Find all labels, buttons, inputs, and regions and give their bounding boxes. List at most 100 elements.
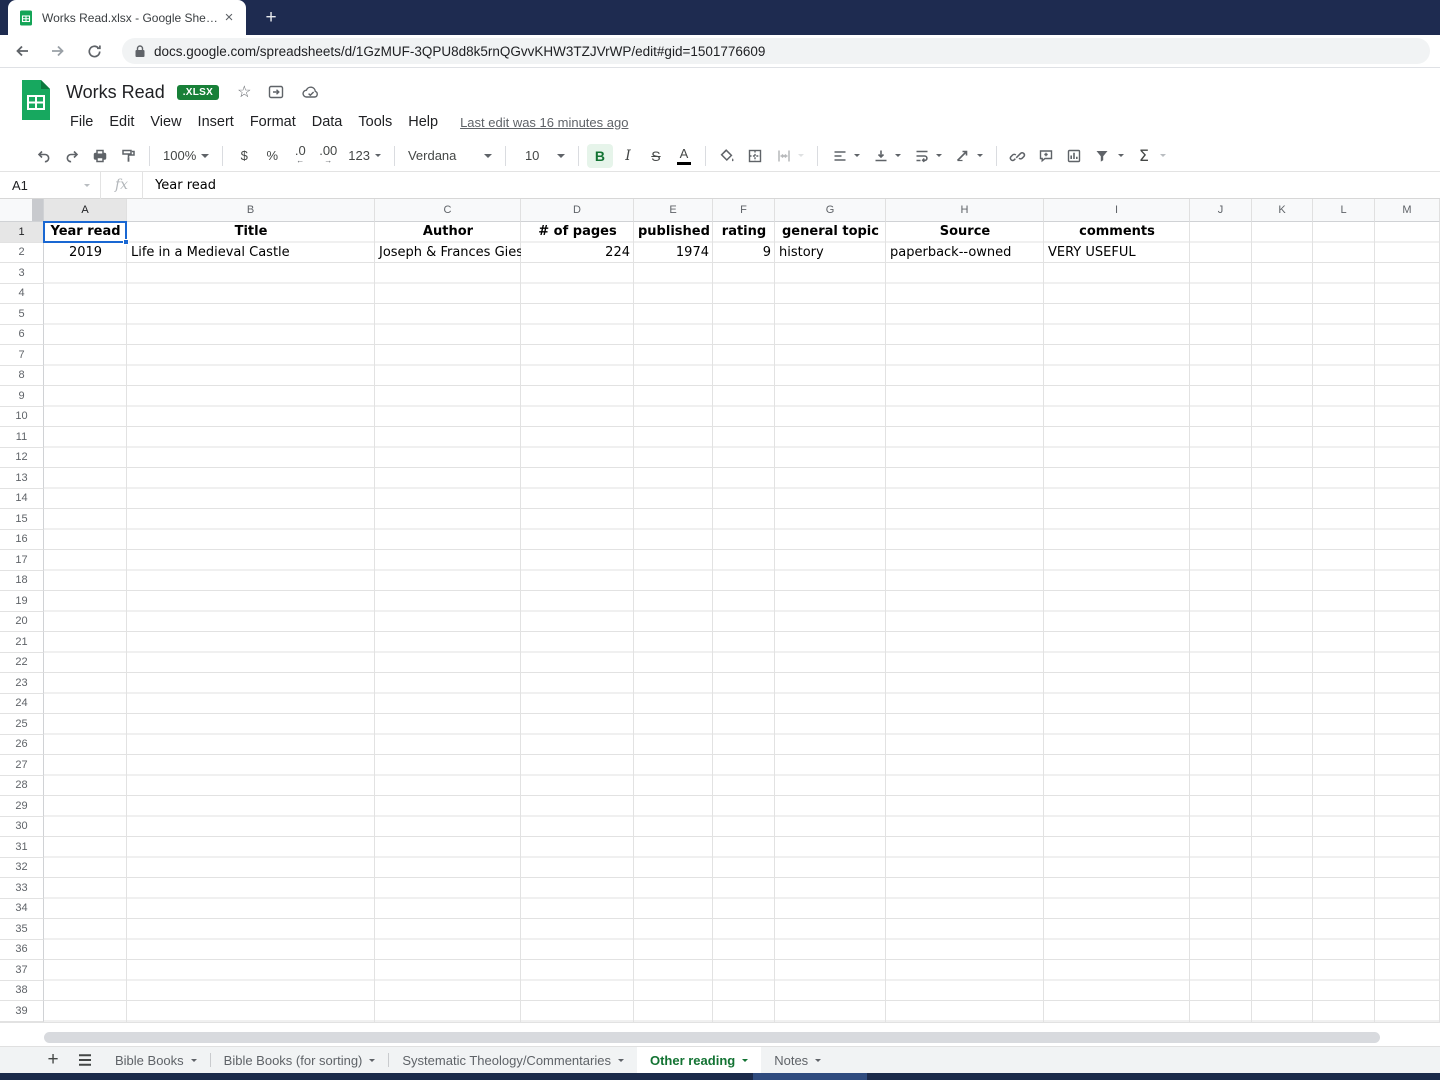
row-header-34[interactable]: 34	[0, 898, 44, 919]
cell-B2[interactable]: Life in a Medieval Castle	[127, 243, 375, 264]
fill-color-icon[interactable]	[714, 144, 740, 168]
row-header-11[interactable]: 11	[0, 427, 44, 448]
cell-F1[interactable]: rating	[713, 222, 775, 243]
last-edit-link[interactable]: Last edit was 16 minutes ago	[460, 115, 628, 130]
format-percent-button[interactable]: %	[259, 144, 285, 168]
format-currency-button[interactable]: $	[231, 144, 257, 168]
reload-icon[interactable]	[80, 37, 108, 65]
column-header-I[interactable]: I	[1044, 199, 1190, 222]
column-header-C[interactable]: C	[375, 199, 521, 222]
row-header-18[interactable]: 18	[0, 570, 44, 591]
paint-format-icon[interactable]	[115, 144, 141, 168]
row-header-35[interactable]: 35	[0, 919, 44, 940]
menu-edit[interactable]: Edit	[101, 112, 142, 132]
row-header-2[interactable]: 2	[0, 242, 44, 263]
cell-G1[interactable]: general topic	[775, 222, 886, 243]
horizontal-align-icon[interactable]	[825, 144, 866, 168]
tab-close-icon[interactable]: ×	[220, 9, 238, 27]
cell-E2[interactable]: 1974	[634, 243, 713, 264]
increase-decimal-button[interactable]: .00 →	[315, 144, 341, 168]
all-sheets-icon[interactable]	[68, 1047, 102, 1073]
star-icon[interactable]: ☆	[237, 82, 251, 102]
row-header-29[interactable]: 29	[0, 796, 44, 817]
row-header-24[interactable]: 24	[0, 693, 44, 714]
column-header-J[interactable]: J	[1190, 199, 1252, 222]
column-header-K[interactable]: K	[1252, 199, 1313, 222]
row-header-13[interactable]: 13	[0, 468, 44, 489]
row-header-25[interactable]: 25	[0, 714, 44, 735]
row-header-33[interactable]: 33	[0, 878, 44, 899]
browser-tab[interactable]: Works Read.xlsx - Google Sheets ×	[8, 0, 246, 35]
strikethrough-button[interactable]: S	[643, 144, 669, 168]
row-header-6[interactable]: 6	[0, 324, 44, 345]
row-header-9[interactable]: 9	[0, 386, 44, 407]
row-header-37[interactable]: 37	[0, 960, 44, 981]
cell-D1[interactable]: # of pages	[521, 222, 634, 243]
address-bar[interactable]: docs.google.com/spreadsheets/d/1GzMUF-3Q…	[122, 38, 1430, 64]
row-header-28[interactable]: 28	[0, 775, 44, 796]
column-header-H[interactable]: H	[886, 199, 1044, 222]
new-tab-button[interactable]: +	[258, 5, 284, 31]
select-all-corner[interactable]	[0, 199, 44, 222]
name-box[interactable]: A1	[0, 178, 100, 193]
row-header-38[interactable]: 38	[0, 980, 44, 1001]
document-title[interactable]: Works Read	[66, 82, 165, 103]
formula-input[interactable]: Year read	[143, 178, 216, 193]
cell-H1[interactable]: Source	[886, 222, 1044, 243]
column-header-A[interactable]: A	[44, 199, 127, 222]
column-header-D[interactable]: D	[521, 199, 634, 222]
column-header-G[interactable]: G	[775, 199, 886, 222]
row-header-12[interactable]: 12	[0, 447, 44, 468]
zoom-select[interactable]: 100%	[157, 144, 215, 168]
text-rotation-icon[interactable]	[948, 144, 989, 168]
filter-views-caret-icon[interactable]	[1117, 154, 1124, 157]
vertical-align-icon[interactable]	[866, 144, 907, 168]
cell-F2[interactable]: 9	[713, 243, 775, 264]
row-header-7[interactable]: 7	[0, 345, 44, 366]
row-header-39[interactable]: 39	[0, 1001, 44, 1022]
menu-format[interactable]: Format	[242, 112, 304, 132]
functions-icon[interactable]: Σ	[1131, 144, 1157, 168]
row-header-30[interactable]: 30	[0, 816, 44, 837]
sheet-tab-menu-icon[interactable]	[815, 1058, 822, 1062]
menu-tools[interactable]: Tools	[350, 112, 400, 132]
functions-caret-icon[interactable]	[1159, 154, 1166, 157]
text-wrap-icon[interactable]	[907, 144, 948, 168]
font-size-select[interactable]: 10	[513, 144, 571, 168]
row-header-21[interactable]: 21	[0, 632, 44, 653]
column-header-E[interactable]: E	[634, 199, 713, 222]
row-header-19[interactable]: 19	[0, 591, 44, 612]
row-header-22[interactable]: 22	[0, 652, 44, 673]
forward-icon[interactable]	[44, 37, 72, 65]
sheet-tab-bible-books-for-sorting-[interactable]: Bible Books (for sorting)	[211, 1047, 389, 1073]
row-header-16[interactable]: 16	[0, 529, 44, 550]
font-select[interactable]: Verdana	[402, 144, 498, 168]
bold-button[interactable]: B	[586, 143, 613, 168]
menu-help[interactable]: Help	[400, 112, 446, 132]
sheet-tab-bible-books[interactable]: Bible Books	[102, 1047, 210, 1073]
menu-data[interactable]: Data	[304, 112, 351, 132]
sheet-tab-menu-icon[interactable]	[369, 1058, 376, 1062]
menu-insert[interactable]: Insert	[190, 112, 242, 132]
row-header-27[interactable]: 27	[0, 755, 44, 776]
row-header-23[interactable]: 23	[0, 673, 44, 694]
cell-D2[interactable]: 224	[521, 243, 634, 264]
insert-link-icon[interactable]	[1005, 144, 1031, 168]
merge-cells-icon[interactable]	[769, 144, 810, 168]
menu-file[interactable]: File	[66, 112, 101, 132]
row-header-31[interactable]: 31	[0, 837, 44, 858]
cell-B1[interactable]: Title	[127, 222, 375, 243]
cell-C1[interactable]: Author	[375, 222, 521, 243]
column-header-F[interactable]: F	[713, 199, 775, 222]
insert-chart-icon[interactable]	[1061, 144, 1087, 168]
row-header-15[interactable]: 15	[0, 509, 44, 530]
filter-icon[interactable]	[1089, 144, 1115, 168]
menu-view[interactable]: View	[142, 112, 189, 132]
horizontal-scrollbar[interactable]	[44, 1032, 1380, 1043]
italic-button[interactable]: I	[615, 144, 641, 168]
decrease-decimal-button[interactable]: .0 ←	[287, 144, 313, 168]
row-header-10[interactable]: 10	[0, 406, 44, 427]
cell-H2[interactable]: paperback--owned	[886, 243, 1044, 264]
move-to-folder-icon[interactable]	[267, 83, 285, 101]
sheet-tab-menu-icon[interactable]	[190, 1058, 197, 1062]
